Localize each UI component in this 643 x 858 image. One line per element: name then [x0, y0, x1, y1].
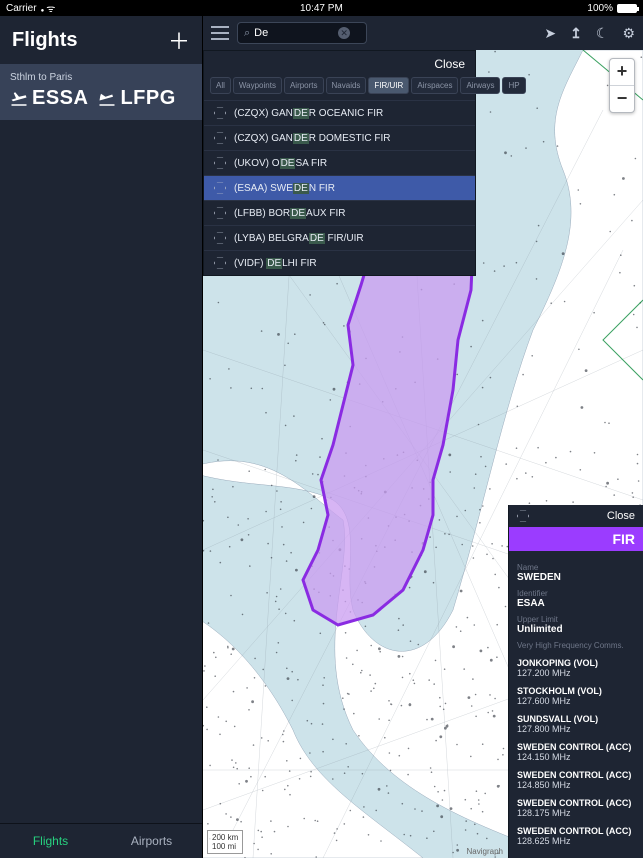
zoom-out-button[interactable]: −	[610, 86, 634, 112]
route-name: Sthlm to Paris	[10, 72, 192, 83]
fir-hex-icon	[214, 257, 226, 269]
fir-info-panel: Close FIR Name SWEDEN Identifier ESAA Up…	[508, 505, 643, 858]
filter-navaids[interactable]: Navaids	[326, 77, 367, 94]
plane-arr-icon	[98, 90, 116, 108]
freq-name: SWEDEN CONTROL (ACC)	[517, 826, 635, 836]
menu-button[interactable]	[211, 26, 229, 40]
search-input[interactable]	[254, 27, 334, 39]
clock: 10:47 PM	[300, 3, 343, 14]
search-result-label: (CZQX) GANDER OCEANIC FIR	[234, 108, 383, 119]
tab-flights[interactable]: Flights	[0, 824, 101, 858]
freq-entry: STOCKHOLM (VOL)127.600 MHz	[517, 686, 635, 706]
freq-entry: SWEDEN CONTROL (ACC)128.625 MHz	[517, 826, 635, 846]
zoom-control: + −	[609, 58, 635, 113]
search-result-label: (CZQX) GANDER DOMESTIC FIR	[234, 133, 390, 144]
freq-name: SWEDEN CONTROL (ACC)	[517, 770, 635, 780]
fir-hex-icon	[517, 510, 529, 522]
zoom-in-button[interactable]: +	[610, 59, 634, 85]
search-result-label: (UKOV) ODESA FIR	[234, 158, 327, 169]
map-area[interactable]: ⌕ ✕ ➤ ↥ ☾ ⚙	[203, 16, 643, 858]
route-card[interactable]: Sthlm to Paris ESSA LFPG	[0, 64, 202, 120]
filter-fir-uir[interactable]: FIR/UIR	[368, 77, 409, 94]
sidebar-title: Flights	[12, 29, 78, 52]
lbl-ident: Identifier	[517, 589, 635, 598]
search-results-panel: Close AllWaypointsAirportsNavaidsFIR/UIR…	[203, 50, 476, 276]
lbl-upper: Upper Limit	[517, 615, 635, 624]
val-name: SWEDEN	[517, 572, 635, 583]
freq-name: SWEDEN CONTROL (ACC)	[517, 742, 635, 752]
info-close-button[interactable]: Close	[607, 510, 635, 522]
fir-hex-icon	[214, 107, 226, 119]
moon-icon[interactable]: ☾	[596, 25, 609, 42]
search-result[interactable]: (CZQX) GANDER OCEANIC FIR	[204, 100, 475, 125]
search-field[interactable]: ⌕ ✕	[237, 22, 367, 44]
freq-mhz: 124.850 MHz	[517, 780, 635, 790]
add-flight-button[interactable]: ＋	[168, 24, 190, 56]
freq-mhz: 127.600 MHz	[517, 696, 635, 706]
statusbar: Carrier ᯤ 10:47 PM 100%	[0, 0, 643, 16]
search-result[interactable]: (CZQX) GANDER DOMESTIC FIR	[204, 125, 475, 150]
filter-all[interactable]: All	[210, 77, 231, 94]
search-results-list: (CZQX) GANDER OCEANIC FIR (CZQX) GANDER D…	[204, 100, 475, 275]
val-upper: Unlimited	[517, 624, 635, 635]
search-result[interactable]: (VIDF) DELHI FIR	[204, 250, 475, 275]
sidebar: Flights ＋ Sthlm to Paris ESSA LFPG Fligh…	[0, 16, 203, 858]
freq-entry: SWEDEN CONTROL (ACC)124.150 MHz	[517, 742, 635, 762]
clear-search-button[interactable]: ✕	[338, 27, 350, 39]
freq-name: JONKOPING (VOL)	[517, 658, 635, 668]
search-result[interactable]: (UKOV) ODESA FIR	[204, 150, 475, 175]
fir-hex-icon	[214, 157, 226, 169]
search-result-label: (LYBA) BELGRADE FIR/UIR	[234, 233, 364, 244]
filter-hp[interactable]: HP	[502, 77, 525, 94]
freq-mhz: 127.200 MHz	[517, 668, 635, 678]
location-arrow-icon[interactable]: ➤	[544, 25, 556, 42]
carrier-label: Carrier	[6, 3, 37, 14]
search-filter-row: AllWaypointsAirportsNavaidsFIR/UIRAirspa…	[204, 77, 475, 100]
search-close-button[interactable]: Close	[434, 57, 465, 71]
filter-airports[interactable]: Airports	[284, 77, 324, 94]
filter-waypoints[interactable]: Waypoints	[233, 77, 282, 94]
search-result[interactable]: (LFBB) BORDEAUX FIR	[204, 200, 475, 225]
dep-code: ESSA	[32, 87, 88, 110]
freq-entry: SWEDEN CONTROL (ACC)128.175 MHz	[517, 798, 635, 818]
upload-icon[interactable]: ↥	[570, 25, 582, 42]
search-result-label: (VIDF) DELHI FIR	[234, 258, 317, 269]
lbl-name: Name	[517, 563, 635, 572]
map-credit: Navigraph	[467, 847, 503, 856]
search-result-label: (ESAA) SWEDEN FIR	[234, 183, 335, 194]
filter-airways[interactable]: Airways	[460, 77, 500, 94]
search-result-label: (LFBB) BORDEAUX FIR	[234, 208, 345, 219]
scale-bar: 200 km 100 mi	[207, 830, 243, 854]
freq-mhz: 124.150 MHz	[517, 752, 635, 762]
battery-pct: 100%	[587, 3, 613, 14]
search-icon: ⌕	[244, 27, 250, 40]
map-toolbar: ⌕ ✕ ➤ ↥ ☾ ⚙	[203, 16, 643, 50]
search-result[interactable]: (ESAA) SWEDEN FIR	[204, 175, 475, 200]
bottom-tabs: Flights Airports	[0, 823, 202, 858]
fir-hex-icon	[214, 182, 226, 194]
fir-hex-icon	[214, 207, 226, 219]
freq-mhz: 128.625 MHz	[517, 836, 635, 846]
gear-icon[interactable]: ⚙	[622, 25, 635, 42]
plane-dep-icon	[10, 90, 28, 108]
wifi-icon: ᯤ	[41, 1, 56, 15]
freq-name: STOCKHOLM (VOL)	[517, 686, 635, 696]
filter-airspaces[interactable]: Airspaces	[411, 77, 458, 94]
freq-name: SUNDSVALL (VOL)	[517, 714, 635, 724]
freq-entry: SWEDEN CONTROL (ACC)124.850 MHz	[517, 770, 635, 790]
freq-mhz: 128.175 MHz	[517, 808, 635, 818]
freq-entry: JONKOPING (VOL)127.200 MHz	[517, 658, 635, 678]
freq-name: SWEDEN CONTROL (ACC)	[517, 798, 635, 808]
info-type-band: FIR	[509, 527, 643, 551]
fir-hex-icon	[214, 232, 226, 244]
freq-entry: SUNDSVALL (VOL)127.800 MHz	[517, 714, 635, 734]
lbl-vhf: Very High Frequency Comms.	[517, 641, 635, 650]
fir-hex-icon	[214, 132, 226, 144]
arr-code: LFPG	[120, 87, 175, 110]
freq-mhz: 127.800 MHz	[517, 724, 635, 734]
battery-icon	[617, 4, 637, 13]
search-result[interactable]: (LYBA) BELGRADE FIR/UIR	[204, 225, 475, 250]
tab-airports[interactable]: Airports	[101, 824, 202, 858]
val-ident: ESAA	[517, 598, 635, 609]
